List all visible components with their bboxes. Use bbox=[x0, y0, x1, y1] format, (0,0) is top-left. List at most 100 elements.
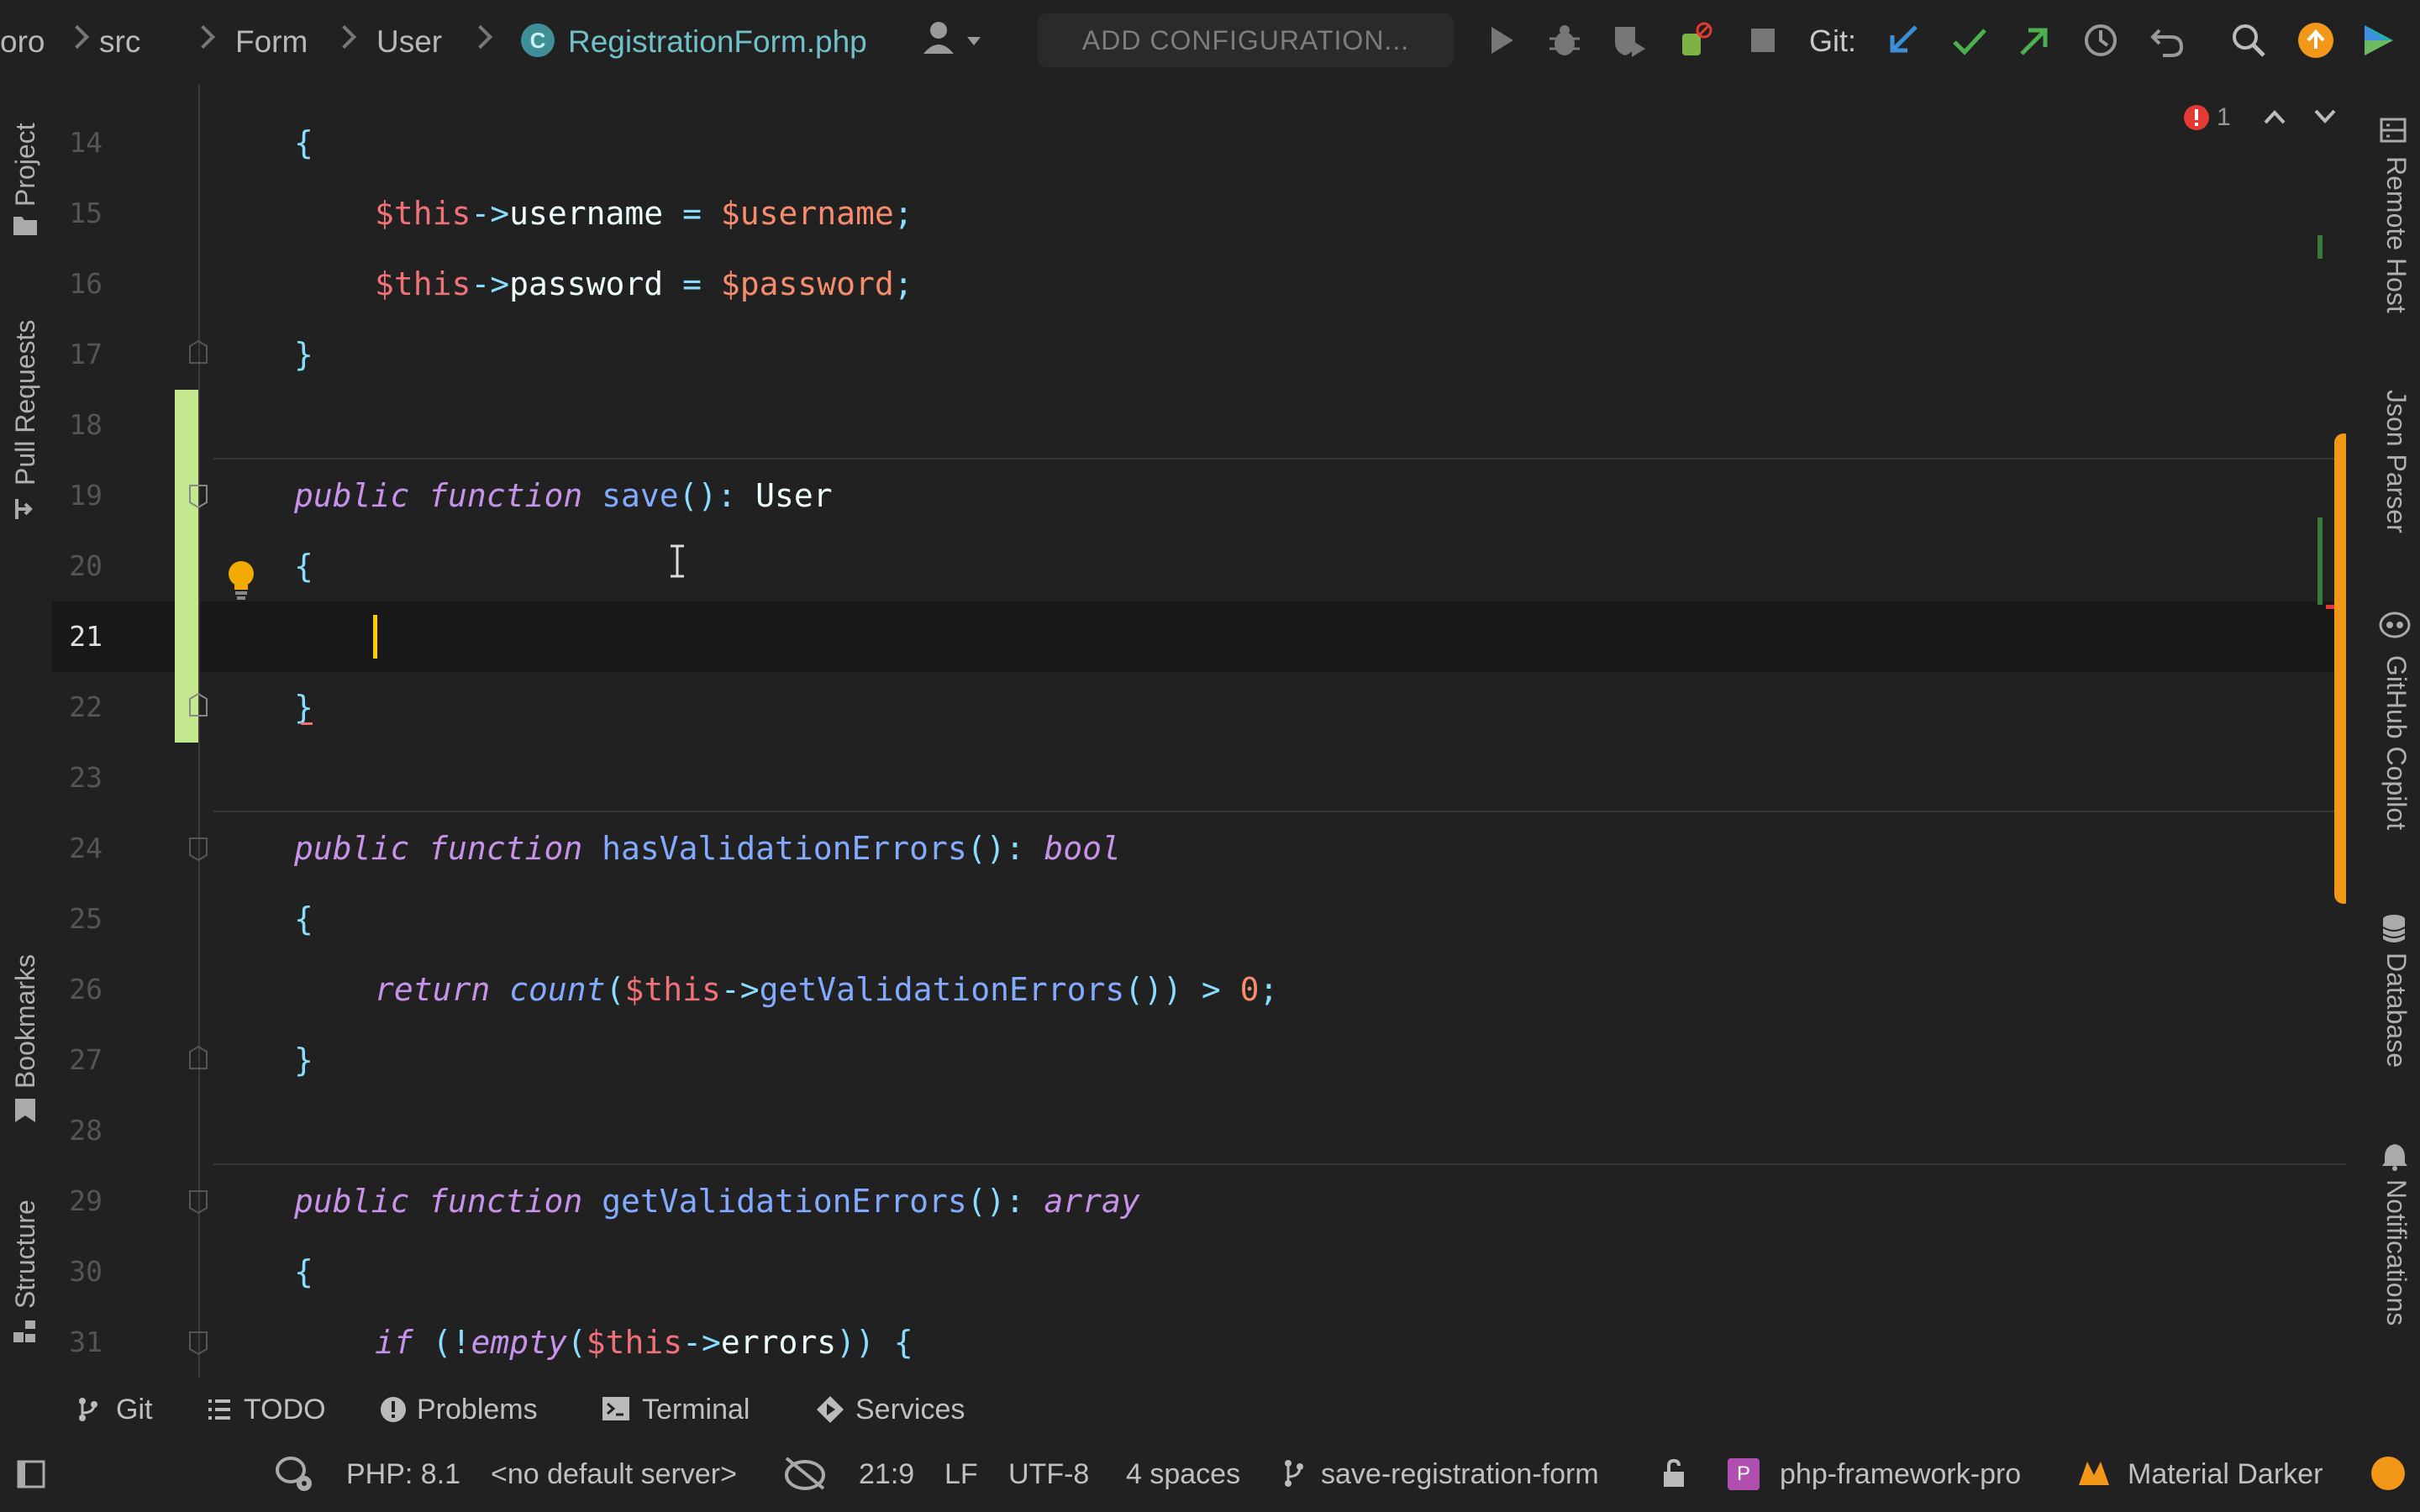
line-number: 14 bbox=[69, 126, 103, 159]
coverage-icon[interactable] bbox=[1610, 22, 1647, 59]
theme-name[interactable]: Material Darker bbox=[2128, 1451, 2323, 1498]
code-line: 25 { bbox=[52, 884, 2346, 954]
code-line: 15 $this->username = $username; bbox=[52, 178, 2346, 249]
branch-icon bbox=[1285, 1460, 1303, 1487]
line-number: 16 bbox=[69, 267, 103, 300]
breadcrumb-file[interactable]: RegistrationForm.php bbox=[568, 18, 867, 66]
scrollbar-change-marker[interactable] bbox=[2317, 517, 2323, 605]
run-icon[interactable] bbox=[1483, 22, 1520, 59]
breadcrumb-form[interactable]: Form bbox=[235, 18, 308, 66]
text-caret bbox=[373, 615, 377, 659]
error-icon[interactable] bbox=[2183, 104, 2210, 131]
user-icon[interactable] bbox=[920, 18, 987, 60]
line-code: $this->username = $username; bbox=[375, 195, 913, 232]
fold-icon[interactable] bbox=[187, 482, 210, 509]
fold-icon[interactable] bbox=[187, 1329, 210, 1356]
previous-highlight-icon[interactable] bbox=[2262, 106, 2287, 128]
tool-window-pull-requests[interactable]: Pull Requests bbox=[0, 302, 50, 529]
line-code: } bbox=[294, 336, 313, 373]
tool-window-json-parser[interactable]: Json Parser bbox=[2370, 386, 2420, 554]
tool-window-notifications[interactable]: Notifications bbox=[2370, 1142, 2420, 1361]
line-separator[interactable]: LF bbox=[944, 1451, 978, 1498]
notification-indicator-icon[interactable] bbox=[2371, 1457, 2405, 1490]
vertical-scrollbar-thumb[interactable] bbox=[2334, 433, 2346, 904]
stop-icon[interactable] bbox=[1744, 22, 1781, 59]
line-number: 29 bbox=[69, 1184, 103, 1217]
bookmark-icon bbox=[15, 1099, 35, 1122]
file-encoding[interactable]: UTF-8 bbox=[1008, 1451, 1089, 1498]
git-update-icon[interactable] bbox=[1886, 22, 1923, 59]
fold-icon[interactable] bbox=[187, 1045, 210, 1072]
tool-window-bookmarks[interactable]: Bookmarks bbox=[0, 932, 50, 1134]
code-line: 20 { bbox=[52, 531, 2346, 601]
git-push-icon[interactable] bbox=[2015, 22, 2052, 59]
toolbox-icon[interactable] bbox=[2360, 22, 2396, 59]
git-commit-icon[interactable] bbox=[1951, 22, 1988, 59]
breadcrumb-separator-icon bbox=[332, 24, 357, 50]
copilot-icon bbox=[2379, 612, 2411, 638]
line-number: 18 bbox=[69, 408, 103, 441]
tool-tab-services[interactable]: Services bbox=[815, 1386, 1000, 1433]
intention-bulb-icon[interactable] bbox=[225, 559, 257, 601]
line-code: return count($this->getValidationErrors(… bbox=[375, 971, 1279, 1008]
code-line: 16 $this->password = $password; bbox=[52, 249, 2346, 319]
breadcrumb-separator-icon bbox=[191, 24, 216, 50]
line-code: { bbox=[294, 900, 313, 937]
php-version[interactable]: PHP: 8.1 bbox=[346, 1451, 460, 1498]
breadcrumb-user[interactable]: User bbox=[376, 18, 442, 66]
branch-icon bbox=[79, 1398, 97, 1421]
project-name[interactable]: php-framework-pro bbox=[1780, 1451, 2021, 1498]
line-code: $this->password = $password; bbox=[375, 265, 913, 302]
lock-open-icon[interactable] bbox=[1660, 1458, 1687, 1488]
tool-window-github-copilot[interactable]: GitHub Copilot bbox=[2370, 606, 2420, 858]
code-editor[interactable]: 14 { 15 $this->username = $username; 16 … bbox=[52, 84, 2346, 1378]
tool-tab-problems[interactable]: Problems bbox=[380, 1386, 556, 1433]
line-number: 22 bbox=[69, 690, 103, 723]
line-number: 31 bbox=[69, 1326, 103, 1358]
toggle-tool-windows-icon[interactable] bbox=[17, 1460, 45, 1488]
search-icon[interactable] bbox=[2230, 22, 2267, 59]
debug-icon[interactable] bbox=[1546, 22, 1583, 59]
error-count[interactable]: 1 bbox=[2217, 99, 2231, 136]
tool-tab-terminal[interactable]: Terminal bbox=[602, 1386, 803, 1433]
pull-request-icon bbox=[15, 499, 33, 519]
code-line: 24 public function hasValidationErrors()… bbox=[52, 813, 2346, 884]
line-number: 19 bbox=[69, 479, 103, 512]
add-configuration-button[interactable]: ADD CONFIGURATION... bbox=[1038, 13, 1454, 67]
breadcrumb-separator-icon bbox=[65, 24, 90, 50]
tool-window-database[interactable]: Database bbox=[2370, 914, 2420, 1090]
line-code: if (!empty($this->errors)) { bbox=[375, 1324, 913, 1361]
fold-icon[interactable] bbox=[187, 339, 210, 366]
profile-icon[interactable] bbox=[1676, 22, 1712, 59]
php-settings-icon[interactable] bbox=[274, 1455, 316, 1494]
line-number: 28 bbox=[69, 1114, 103, 1147]
code-line: 26 return count($this->getValidationErro… bbox=[52, 954, 2346, 1025]
fold-icon[interactable] bbox=[187, 835, 210, 862]
vcs-changed-lines-marker[interactable] bbox=[175, 390, 200, 743]
fold-icon[interactable] bbox=[187, 1188, 210, 1215]
breadcrumb-project[interactable]: oro bbox=[0, 18, 45, 66]
next-highlight-icon[interactable] bbox=[2312, 106, 2338, 128]
indent-setting[interactable]: 4 spaces bbox=[1126, 1451, 1240, 1498]
method-separator bbox=[213, 1163, 2346, 1165]
git-branch[interactable]: save-registration-form bbox=[1321, 1451, 1599, 1498]
tool-window-structure[interactable]: Structure bbox=[0, 1184, 50, 1352]
tool-tab-todo[interactable]: TODO bbox=[207, 1386, 333, 1433]
update-available-icon[interactable] bbox=[2297, 22, 2334, 59]
line-number: 26 bbox=[69, 973, 103, 1005]
current-code-line: 21 bbox=[52, 601, 2346, 672]
history-icon[interactable] bbox=[2082, 22, 2119, 59]
default-server[interactable]: <no default server> bbox=[491, 1451, 737, 1498]
scrollbar-change-marker[interactable] bbox=[2317, 235, 2323, 259]
gutter-divider bbox=[198, 84, 200, 1378]
tool-window-remote-host[interactable]: Remote Host bbox=[2370, 118, 2420, 336]
cursor-position[interactable]: 21:9 bbox=[859, 1451, 914, 1498]
copilot-disabled-icon[interactable] bbox=[783, 1455, 827, 1492]
line-code: } bbox=[294, 1042, 313, 1079]
breadcrumb-src[interactable]: src bbox=[99, 18, 140, 66]
rollback-icon[interactable] bbox=[2148, 22, 2185, 59]
line-number: 20 bbox=[69, 549, 103, 582]
fold-icon[interactable] bbox=[187, 692, 210, 719]
line-code: public function getValidationErrors(): a… bbox=[294, 1183, 1140, 1220]
tool-window-project[interactable]: Project bbox=[0, 108, 50, 242]
